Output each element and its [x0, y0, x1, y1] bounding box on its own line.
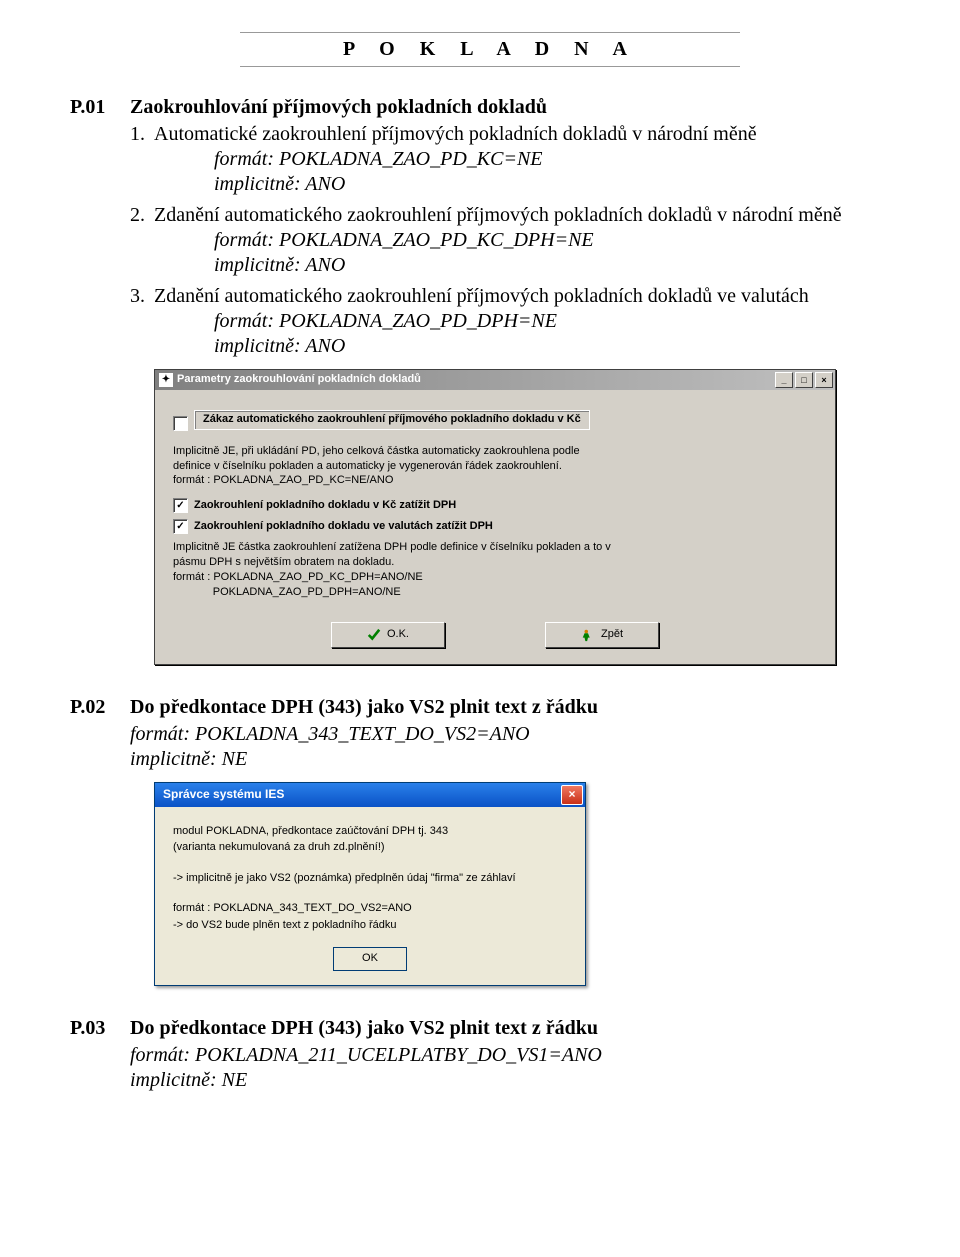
li-num: 1.: [130, 122, 154, 147]
help-text-2: Implicitně JE částka zaokrouhlení zatíže…: [173, 540, 821, 599]
li-default: implicitně: ANO: [214, 253, 910, 278]
msg-line: -> implicitně je jako VS2 (poznámka) pře…: [173, 872, 516, 884]
section-title: Do předkontace DPH (343) jako VS2 plnit …: [130, 1016, 598, 1041]
msg-para: -> implicitně je jako VS2 (poznámka) pře…: [173, 870, 567, 887]
dialog-body: Zákaz automatického zaokrouhlení příjmov…: [155, 390, 835, 664]
section-title: Do předkontace DPH (343) jako VS2 plnit …: [130, 695, 598, 720]
section-num: P.02: [70, 695, 130, 720]
section-heading: P.02 Do předkontace DPH (343) jako VS2 p…: [70, 695, 910, 720]
option-dph-kc[interactable]: ✓ Zaokrouhlení pokladního dokladu v Kč z…: [173, 498, 821, 513]
help-line: Implicitně JE, při ukládání PD, jeho cel…: [173, 444, 821, 459]
maximize-button[interactable]: □: [795, 372, 813, 388]
section-format: formát: POKLADNA_211_UCELPLATBY_DO_VS1=A…: [130, 1043, 910, 1068]
li-text: Zdanění automatického zaokrouhlení příjm…: [154, 284, 809, 309]
list-item: 2. Zdanění automatického zaokrouhlení př…: [130, 203, 910, 278]
option-zakaz[interactable]: Zákaz automatického zaokrouhlení příjmov…: [173, 410, 821, 438]
option-dph-valuty[interactable]: ✓ Zaokrouhlení pokladního dokladu ve val…: [173, 519, 821, 534]
checkbox-label: Zaokrouhlení pokladního dokladu ve valut…: [194, 520, 493, 534]
li-format: formát: POKLADNA_ZAO_PD_DPH=NE: [214, 309, 910, 334]
li-text: Zdanění automatického zaokrouhlení příjm…: [154, 203, 842, 228]
button-label: O.K.: [387, 628, 409, 642]
help-line: Implicitně JE částka zaokrouhlení zatíže…: [173, 540, 821, 555]
msg-para: modul POKLADNA, předkontace zaúčtování D…: [173, 823, 567, 856]
numbered-list: 1. Automatické zaokrouhlení příjmových p…: [130, 122, 910, 359]
close-button[interactable]: ×: [561, 785, 583, 805]
li-num: 2.: [130, 203, 154, 228]
msg-line: formát : POKLADNA_343_TEXT_DO_VS2=ANO: [173, 902, 412, 914]
help-line: formát : POKLADNA_ZAO_PD_KC_DPH=ANO/NE: [173, 570, 821, 585]
button-label: Zpět: [601, 628, 623, 642]
ok-button[interactable]: O.K.: [331, 622, 445, 648]
dialog-msgbox: Správce systému IES × modul POKLADNA, př…: [154, 782, 586, 987]
dialog-body: modul POKLADNA, předkontace zaúčtování D…: [155, 807, 585, 986]
page-title: P O K L A D N A: [240, 35, 740, 64]
msg-para: formát : POKLADNA_343_TEXT_DO_VS2=ANO ->…: [173, 900, 567, 933]
app-icon: ✦: [159, 373, 173, 387]
checkbox-icon[interactable]: [173, 416, 188, 431]
section-default: implicitně: NE: [130, 1068, 910, 1093]
li-default: implicitně: ANO: [214, 172, 910, 197]
help-line: formát : POKLADNA_ZAO_PD_KC=NE/ANO: [173, 473, 821, 488]
section-default: implicitně: NE: [130, 747, 910, 772]
checkbox-icon[interactable]: ✓: [173, 519, 188, 534]
li-format: formát: POKLADNA_ZAO_PD_KC=NE: [214, 147, 910, 172]
titlebar[interactable]: ✦ Parametry zaokrouhlování pokladních do…: [155, 370, 835, 390]
group-label: Zákaz automatického zaokrouhlení příjmov…: [194, 410, 590, 430]
back-button[interactable]: Zpět: [545, 622, 659, 648]
li-text: Automatické zaokrouhlení příjmových pokl…: [154, 122, 757, 147]
ok-button[interactable]: OK: [333, 947, 407, 971]
section-heading: P.03 Do předkontace DPH (343) jako VS2 p…: [70, 1016, 910, 1041]
section-p03: P.03 Do předkontace DPH (343) jako VS2 p…: [70, 1016, 910, 1093]
section-num: P.03: [70, 1016, 130, 1041]
section-num: P.01: [70, 95, 130, 120]
checkbox-icon[interactable]: ✓: [173, 498, 188, 513]
person-back-icon: [581, 628, 595, 642]
close-button[interactable]: ×: [815, 372, 833, 388]
titlebar[interactable]: Správce systému IES ×: [155, 783, 585, 807]
section-format: formát: POKLADNA_343_TEXT_DO_VS2=ANO: [130, 722, 910, 747]
section-title: Zaokrouhlování příjmových pokladních dok…: [130, 95, 547, 120]
checkbox-label: Zaokrouhlení pokladního dokladu v Kč zat…: [194, 499, 456, 513]
dialog-parameters: ✦ Parametry zaokrouhlování pokladních do…: [154, 369, 836, 665]
help-line: pásmu DPH s největším obratem na dokladu…: [173, 555, 821, 570]
minimize-button[interactable]: _: [775, 372, 793, 388]
li-default: implicitně: ANO: [214, 334, 910, 359]
window-title: Správce systému IES: [163, 787, 284, 802]
msg-line: -> do VS2 bude plněn text z pokladního ř…: [173, 919, 397, 931]
button-bar: O.K. Zpět: [169, 622, 821, 648]
list-item: 3. Zdanění automatického zaokrouhlení př…: [130, 284, 910, 359]
section-p02: P.02 Do předkontace DPH (343) jako VS2 p…: [70, 695, 910, 987]
list-item: 1. Automatické zaokrouhlení příjmových p…: [130, 122, 910, 197]
li-format: formát: POKLADNA_ZAO_PD_KC_DPH=NE: [214, 228, 910, 253]
msg-line: (varianta nekumulovaná za druh zd.plnění…: [173, 841, 385, 853]
check-icon: [367, 628, 381, 642]
title-rule-bottom: [240, 66, 740, 67]
help-text-1: Implicitně JE, při ukládání PD, jeho cel…: [173, 444, 821, 489]
window-title: Parametry zaokrouhlování pokladních dokl…: [177, 373, 421, 387]
msg-line: modul POKLADNA, předkontace zaúčtování D…: [173, 825, 448, 837]
page-title-block: P O K L A D N A: [240, 32, 740, 67]
section-p01: P.01 Zaokrouhlování příjmových pokladníc…: [70, 95, 910, 665]
help-line: POKLADNA_ZAO_PD_DPH=ANO/NE: [173, 585, 821, 600]
help-line: definice v číselníku pokladen a automati…: [173, 459, 821, 474]
li-num: 3.: [130, 284, 154, 309]
document-page: P O K L A D N A P.01 Zaokrouhlování příj…: [0, 0, 960, 1159]
title-rule-top: [240, 32, 740, 33]
section-heading: P.01 Zaokrouhlování příjmových pokladníc…: [70, 95, 910, 120]
